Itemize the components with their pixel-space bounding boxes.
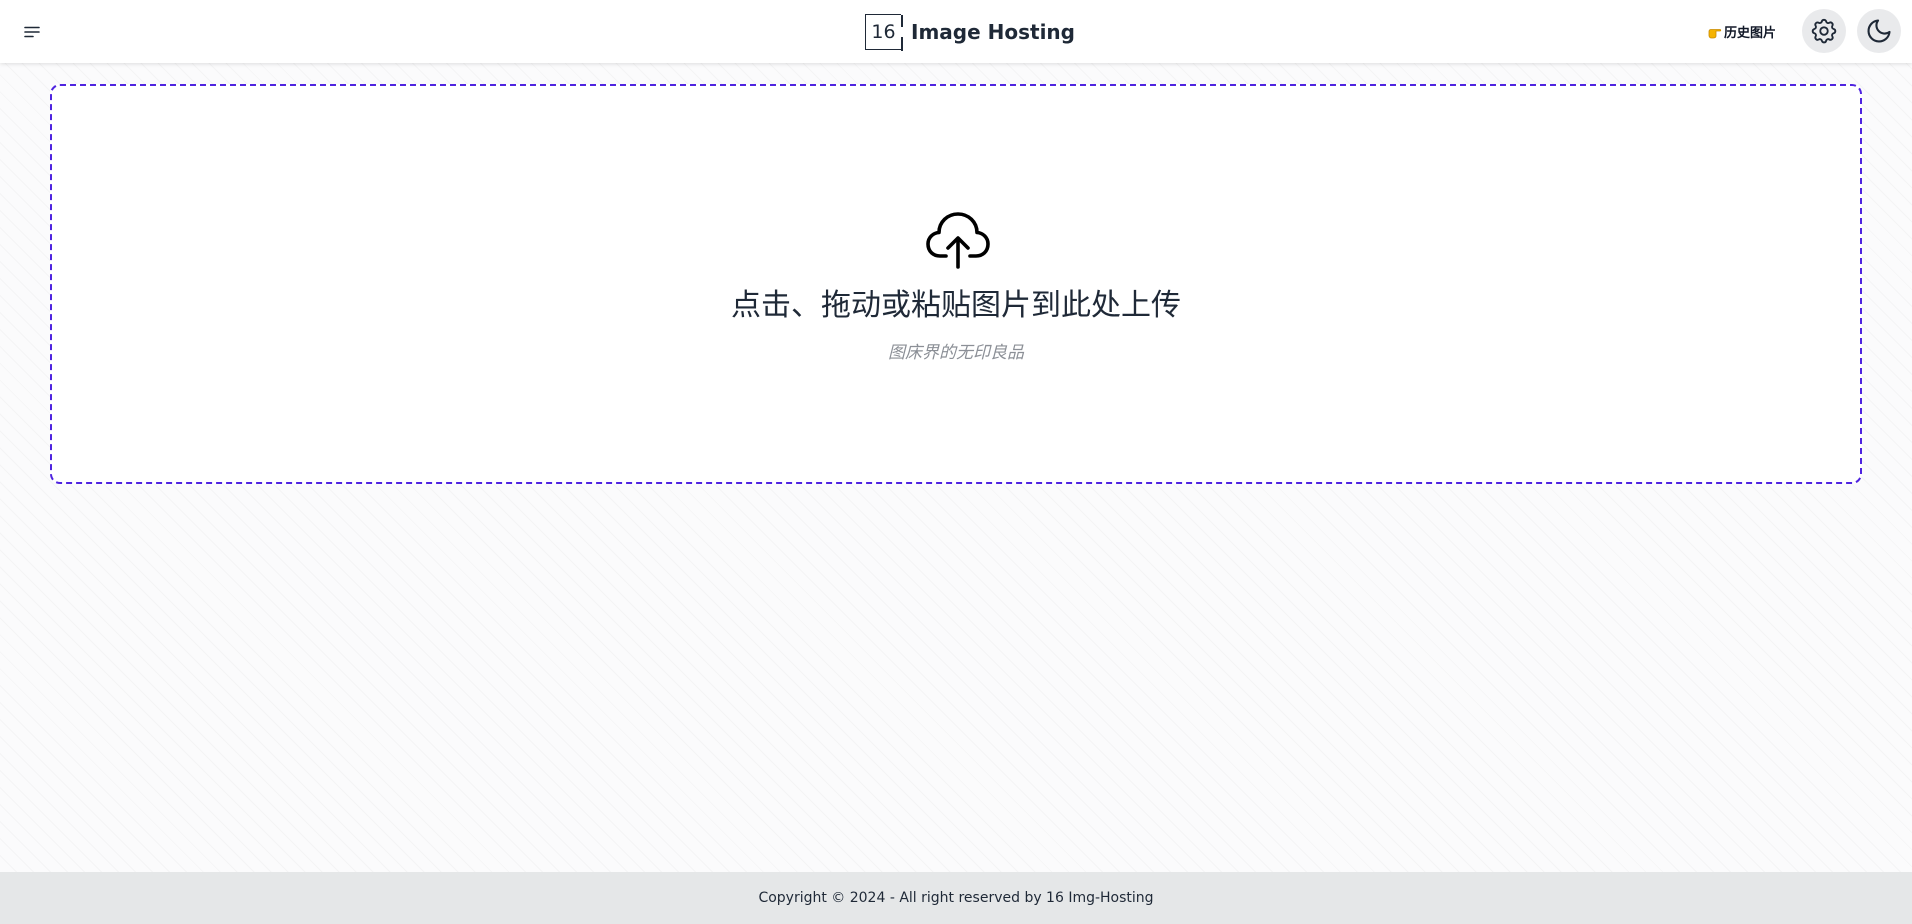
top-navbar: 16 Image Hosting 历史图片 (0, 0, 1912, 63)
cloud-upload-icon (926, 212, 990, 269)
menu-button[interactable] (18, 18, 46, 46)
history-link-label: 历史图片 (1724, 26, 1777, 41)
brand-title: Image Hosting (911, 20, 1075, 44)
upload-dropzone[interactable]: 点击、拖动或粘贴图片到此处上传 图床界的无印良品 (50, 84, 1862, 484)
settings-button[interactable] (1802, 9, 1846, 53)
logo-badge: 16 (865, 14, 903, 51)
gear-icon (1811, 18, 1837, 44)
upload-title: 点击、拖动或粘贴图片到此处上传 (731, 288, 1181, 323)
brand-logo-link[interactable]: 16 Image Hosting (865, 13, 1075, 51)
history-images-link[interactable]: 历史图片 (1708, 22, 1776, 41)
upload-subtitle: 图床界的无印良品 (888, 343, 1024, 363)
footer: Copyright © 2024 - All right reserved by… (0, 872, 1912, 924)
copyright-text: Copyright © 2024 - All right reserved by… (758, 890, 1154, 906)
moon-icon (1867, 19, 1891, 43)
pointing-hand-icon (1708, 28, 1722, 38)
theme-toggle-button[interactable] (1857, 9, 1901, 53)
menu-icon (24, 26, 40, 38)
